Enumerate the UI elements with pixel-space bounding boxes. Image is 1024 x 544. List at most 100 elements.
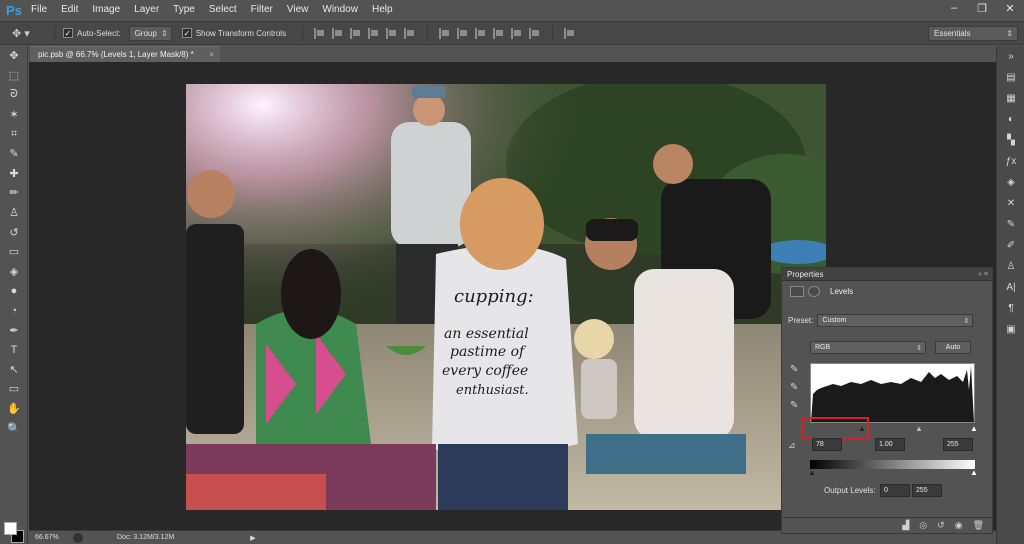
gray-point-eyedropper-icon[interactable]: ✎ [790, 382, 798, 393]
move-tool-icon[interactable]: ✥ [0, 46, 28, 66]
status-menu-arrow-icon[interactable]: ▶ [250, 534, 255, 542]
menu-help[interactable]: Help [365, 0, 400, 20]
auto-align-layers-icon[interactable] [564, 27, 576, 39]
path-selection-tool-icon[interactable]: ↖ [0, 360, 28, 380]
black-point-eyedropper-icon[interactable]: ✎ [790, 364, 798, 375]
align-top-icon[interactable] [314, 27, 326, 39]
history-panel-icon[interactable]: ▤ [997, 67, 1024, 88]
menu-window[interactable]: Window [315, 0, 365, 20]
output-black-field[interactable]: 0 [880, 484, 910, 497]
doc-size-info[interactable]: Doc: 3.12M/3.12M [117, 534, 174, 541]
divider [54, 25, 55, 41]
visibility-eye-icon[interactable]: ◉ [955, 520, 963, 531]
close-window-button[interactable]: ✕ [996, 0, 1024, 16]
menu-edit[interactable]: Edit [54, 0, 85, 20]
white-point-eyedropper-icon[interactable]: ✎ [790, 400, 798, 411]
marquee-tool-icon[interactable]: ⬚ [0, 66, 28, 86]
layer-mask-icon[interactable] [808, 285, 820, 297]
healing-brush-tool-icon[interactable]: ✚ [0, 164, 28, 184]
distribute-left-icon[interactable] [493, 27, 505, 39]
blur-tool-icon[interactable]: ● [0, 281, 28, 301]
document-tab[interactable]: pic.psb @ 66.7% (Levels 1, Layer Mask/8)… [30, 46, 220, 62]
distribute-bottom-icon[interactable] [475, 27, 487, 39]
clip-to-layer-icon[interactable]: ▟ [902, 520, 909, 531]
shape-tool-icon[interactable]: ▭ [0, 379, 28, 399]
preset-dropdown[interactable]: Custom [817, 314, 974, 327]
color-swatches[interactable] [4, 522, 26, 544]
eyedropper-tool-icon[interactable]: ✎ [0, 144, 28, 164]
layer-comps-icon[interactable]: ▦ [997, 88, 1024, 109]
tool-presets-icon[interactable]: ✐ [997, 235, 1024, 256]
paint-bucket-tool-icon[interactable]: ◈ [0, 262, 28, 282]
auto-button[interactable]: Auto [935, 341, 971, 354]
brush-panel-icon[interactable]: ✎ [997, 214, 1024, 235]
align-vcenter-icon[interactable] [332, 27, 344, 39]
input-black-field[interactable]: 78 [812, 438, 842, 451]
zoom-tool-icon[interactable]: 🔍 [0, 418, 28, 438]
menu-image[interactable]: Image [85, 0, 127, 20]
auto-select-checkbox[interactable]: ✓ Auto-Select: [63, 28, 121, 38]
character-panel-icon[interactable]: A| [997, 277, 1024, 298]
menu-select[interactable]: Select [202, 0, 244, 20]
input-gamma-slider-handle[interactable]: ▲ [915, 424, 923, 433]
reset-icon[interactable]: ↺ [937, 520, 945, 531]
pen-tool-icon[interactable]: ✒ [0, 320, 28, 340]
distribute-right-icon[interactable] [529, 27, 541, 39]
hand-tool-icon[interactable]: ✋ [0, 399, 28, 419]
output-white-slider-handle[interactable]: ▲ [970, 468, 978, 477]
styles-panel-icon[interactable]: ƒx [997, 151, 1024, 172]
tool-preset-picker[interactable]: ✥ ▾ [12, 24, 46, 42]
zoom-level[interactable]: 66.67% [35, 534, 67, 541]
align-bottom-icon[interactable] [350, 27, 362, 39]
show-transform-checkbox[interactable]: ✓ Show Transform Controls [181, 28, 286, 38]
clone-stamp-tool-icon[interactable]: ♙ [0, 203, 28, 223]
brush-tool-icon[interactable]: ✏ [0, 183, 28, 203]
crop-tool-icon[interactable]: ⌗ [0, 124, 28, 144]
minimize-button[interactable]: – [940, 0, 968, 16]
distribute-top-icon[interactable] [439, 27, 451, 39]
adjustments-panel-icon[interactable]: ◈ [997, 172, 1024, 193]
menu-file[interactable]: File [24, 0, 54, 20]
align-left-icon[interactable] [368, 27, 380, 39]
collapse-dock-icon[interactable]: » [997, 46, 1024, 67]
color-panel-icon[interactable]: ◐ [997, 109, 1024, 130]
input-white-field[interactable]: 255 [943, 438, 973, 451]
menu-filter[interactable]: Filter [244, 0, 280, 20]
menu-type[interactable]: Type [166, 0, 202, 20]
menu-view[interactable]: View [280, 0, 316, 20]
lasso-tool-icon[interactable]: ᘐ [0, 85, 28, 105]
distribute-hcenter-icon[interactable] [511, 27, 523, 39]
foreground-color-swatch[interactable] [4, 522, 17, 535]
status-icon[interactable] [73, 532, 83, 543]
menu-layer[interactable]: Layer [127, 0, 166, 20]
dodge-tool-icon[interactable]: ◔ [0, 301, 28, 321]
clone-source-icon[interactable]: ♙ [997, 256, 1024, 277]
clipping-warning-icon[interactable]: ⊿ [788, 440, 796, 451]
view-previous-icon[interactable]: ◎ [919, 520, 927, 531]
eraser-tool-icon[interactable]: ▭ [0, 242, 28, 262]
document-image[interactable]: cupping: an essential pastime of every c… [186, 84, 826, 510]
align-right-icon[interactable] [404, 27, 416, 39]
properties-panel-icon[interactable]: ▣ [997, 319, 1024, 340]
history-brush-tool-icon[interactable]: ↺ [0, 222, 28, 242]
auto-select-dropdown[interactable]: Group [128, 25, 172, 41]
swatches-panel-icon[interactable]: ▚ [997, 130, 1024, 151]
delete-trash-icon[interactable]: 🗑 [973, 520, 984, 531]
channel-dropdown[interactable]: RGB [810, 341, 926, 354]
masks-panel-icon[interactable]: ✕ [997, 193, 1024, 214]
panel-menu-icon[interactable]: » ≡ [978, 271, 988, 278]
restore-button[interactable]: ❐ [968, 0, 996, 16]
close-tab-icon[interactable]: × [209, 50, 214, 59]
properties-header[interactable]: Properties » ≡ [782, 268, 992, 281]
workspace-switcher[interactable]: Essentials [928, 26, 1018, 41]
output-black-slider-handle[interactable]: ▲ [808, 468, 816, 477]
align-hcenter-icon[interactable] [386, 27, 398, 39]
paragraph-panel-icon[interactable]: ¶ [997, 298, 1024, 319]
input-white-slider-handle[interactable]: ▲ [970, 424, 978, 433]
input-gamma-field[interactable]: 1.00 [875, 438, 905, 451]
levels-adjustment-icon[interactable] [790, 285, 804, 297]
magic-wand-tool-icon[interactable]: ✶ [0, 105, 28, 125]
type-tool-icon[interactable]: T [0, 340, 28, 360]
output-white-field[interactable]: 255 [912, 484, 942, 497]
distribute-vcenter-icon[interactable] [457, 27, 469, 39]
